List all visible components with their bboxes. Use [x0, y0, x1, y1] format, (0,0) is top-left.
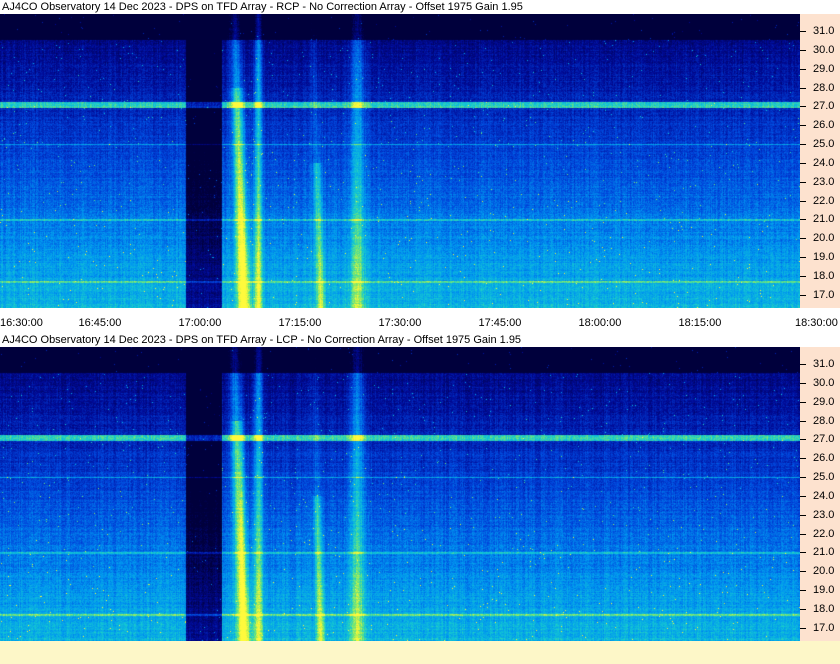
y-tick	[800, 439, 806, 441]
y-tick	[800, 49, 806, 51]
y-tick	[800, 68, 806, 70]
y-tick-label: 26.0	[813, 452, 835, 465]
y-tick-label: 19.0	[813, 251, 835, 264]
y-tick	[800, 608, 806, 610]
y-tick-label: 22.0	[813, 194, 835, 207]
y-tick-label: 22.0	[813, 527, 835, 540]
x-tick-label: 18:30:00	[795, 317, 838, 329]
y-tick	[800, 552, 806, 554]
y-tick-label: 17.0	[813, 621, 835, 634]
y-tick-label: 27.0	[813, 100, 835, 113]
y-tick-label: 24.0	[813, 489, 835, 502]
y-tick	[800, 162, 806, 164]
y-tick	[800, 477, 806, 479]
y-tick-label: 23.0	[813, 508, 835, 521]
y-tick-label: 17.0	[813, 288, 835, 301]
y-tick	[800, 571, 806, 573]
y-tick-label: 21.0	[813, 546, 835, 559]
y-tick	[800, 87, 806, 89]
x-tick-label: 16:45:00	[78, 317, 122, 329]
x-tick-label: 16:30:00	[0, 317, 43, 329]
y-tick	[800, 181, 806, 183]
y-tick	[800, 219, 806, 221]
y-tick-label: 25.0	[813, 471, 835, 484]
y-tick-label: 24.0	[813, 156, 835, 169]
panel-title-lcp: AJ4CO Observatory 14 Dec 2023 - DPS on T…	[0, 333, 802, 347]
y-tick	[800, 106, 806, 108]
time-axis: 16:30:00 16:45:00 17:00:00 17:15:00 17:30:00…	[0, 308, 840, 333]
y-axis-rcp: 17.0 18.0 19.0 20.0 21.0 22.0 23.0 24.0 25.0 26.0…	[800, 14, 840, 308]
y-tick-label: 21.0	[813, 213, 835, 226]
y-tick	[800, 238, 806, 240]
y-tick	[800, 257, 806, 259]
y-tick-label: 30.0	[813, 43, 835, 56]
panel-title-rcp: AJ4CO Observatory 14 Dec 2023 - DPS on T…	[0, 0, 802, 14]
y-tick-label: 20.0	[813, 565, 835, 578]
y-tick-label: 19.0	[813, 584, 835, 597]
y-tick	[800, 590, 806, 592]
y-tick-label: 31.0	[813, 24, 835, 37]
y-tick-label: 30.0	[813, 376, 835, 389]
y-tick-label: 18.0	[813, 269, 835, 282]
y-tick	[800, 382, 806, 384]
x-tick-label: 17:45:00	[478, 317, 522, 329]
spectrogram-rcp	[0, 14, 800, 308]
y-tick-label: 29.0	[813, 395, 835, 408]
x-tick-label: 18:00:00	[578, 317, 622, 329]
y-tick	[800, 200, 806, 202]
y-tick-label: 18.0	[813, 602, 835, 615]
spectrogram-lcp	[0, 347, 800, 641]
y-tick	[800, 514, 806, 516]
y-tick-label: 31.0	[813, 357, 835, 370]
y-tick-label: 23.0	[813, 175, 835, 188]
y-tick	[800, 627, 806, 629]
y-tick-label: 28.0	[813, 81, 835, 94]
y-tick	[800, 401, 806, 403]
y-tick	[800, 533, 806, 535]
y-tick	[800, 458, 806, 460]
y-tick-label: 20.0	[813, 232, 835, 245]
y-tick-label: 29.0	[813, 62, 835, 75]
y-tick	[800, 363, 806, 365]
x-tick-label: 17:30:00	[378, 317, 422, 329]
y-tick	[800, 495, 806, 497]
footer-bar	[0, 641, 840, 664]
y-tick-label: 25.0	[813, 138, 835, 151]
y-tick	[800, 144, 806, 146]
x-tick-label: 17:15:00	[278, 317, 322, 329]
y-tick	[800, 30, 806, 32]
y-tick-label: 28.0	[813, 414, 835, 427]
x-tick-label: 17:00:00	[178, 317, 222, 329]
x-tick-label: 18:15:00	[678, 317, 722, 329]
y-tick-label: 27.0	[813, 433, 835, 446]
y-tick	[800, 294, 806, 296]
y-tick	[800, 420, 806, 422]
y-tick	[800, 125, 806, 127]
y-tick-label: 26.0	[813, 119, 835, 132]
y-tick	[800, 275, 806, 277]
y-axis-lcp: 17.0 18.0 19.0 20.0 21.0 22.0 23.0 24.0 25.0 26.0…	[800, 347, 840, 641]
